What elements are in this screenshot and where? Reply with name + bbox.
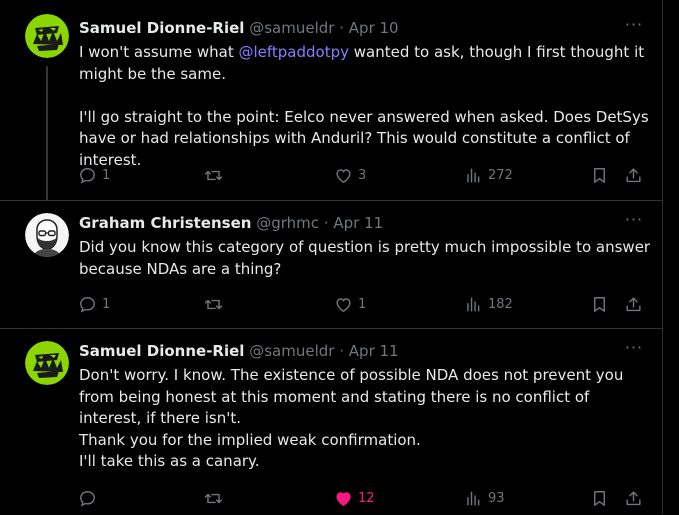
author-name[interactable]: Samuel Dionne-Riel [79,19,244,37]
repost-button[interactable] [204,293,228,315]
reply-icon [80,167,95,184]
tweet-1[interactable]: Samuel Dionne-Riel @samueldr · Apr 10 ··… [0,0,662,200]
author-handle[interactable]: @samueldr [249,342,334,360]
bookmark-icon [594,490,605,506]
bookmark-button[interactable] [590,293,609,315]
more-icon[interactable]: ··· [622,211,646,233]
text-line: Thank you for the implied weak confirmat… [79,430,421,449]
like-count: 12 [358,490,375,506]
like-count: 1 [358,296,367,312]
bookmark-icon [594,167,605,183]
separator: · [339,342,344,360]
timestamp[interactable]: Apr 11 [349,342,399,360]
monster-avatar-icon [25,14,69,58]
repost-button[interactable] [204,487,228,509]
bookmark-button[interactable] [590,487,609,509]
monster-avatar-icon [25,341,69,385]
reply-count: 1 [102,296,111,312]
reply-button[interactable]: 1 [78,293,110,315]
like-icon [336,491,351,506]
share-icon [626,490,641,505]
share-icon [626,296,641,311]
views-icon [467,296,480,312]
like-button[interactable]: 12 [334,487,375,509]
avatar[interactable] [25,341,69,385]
separator: · [323,214,329,232]
tweet-header: Samuel Dionne-Riel @samueldr · Apr 10 ··… [79,16,646,38]
tweet-2[interactable]: Graham Christensen @grhmc · Apr 11 ··· D… [0,200,662,329]
views-icon [467,490,480,506]
repost-button[interactable] [204,164,228,186]
like-icon [336,297,351,312]
like-button[interactable]: 3 [334,164,366,186]
reply-icon [80,296,95,313]
share-icon [626,167,641,182]
author-handle[interactable]: @samueldr [249,19,334,37]
more-icon[interactable]: ··· [622,339,646,361]
bookmark-button[interactable] [590,164,609,186]
like-button[interactable]: 1 [334,293,366,315]
action-bar: 1 3 272 [78,164,646,186]
reply-button[interactable] [78,487,102,509]
author-handle[interactable]: @grhmc [256,214,319,232]
repost-icon [204,299,223,309]
repost-icon [204,170,223,180]
share-button[interactable] [624,164,643,186]
reply-icon [80,490,95,507]
tweet-text: Did you know this category of question i… [79,237,653,280]
like-icon [336,168,351,183]
like-count: 3 [358,167,367,183]
separator: · [339,19,344,37]
views-icon [467,167,480,183]
avatar[interactable] [25,213,69,257]
tweet-text: I won't assume what @leftpaddotpy wanted… [79,42,653,171]
reply-button[interactable]: 1 [78,164,110,186]
text-segment: I won't assume what [79,43,239,61]
view-count: 272 [488,167,513,183]
text-paragraph: Did you know this category of question i… [79,238,651,278]
views-button[interactable]: 272 [464,164,513,186]
mention-link[interactable]: @leftpaddotpy [238,43,349,61]
bookmark-icon [594,296,605,312]
timeline-border [662,0,663,514]
text-paragraph: I'll go straight to the point: Eelco nev… [79,107,649,169]
tweet-header: Graham Christensen @grhmc · Apr 11 ··· [79,211,646,233]
tweet-header: Samuel Dionne-Riel @samueldr · Apr 11 ··… [79,339,646,361]
repost-icon [204,493,223,503]
share-button[interactable] [624,487,643,509]
timestamp[interactable]: Apr 10 [349,19,399,37]
share-button[interactable] [624,293,643,315]
tweet-text: Don't worry. I know. The existence of po… [79,365,653,473]
views-button[interactable]: 93 [464,487,505,509]
view-count: 182 [488,296,513,312]
action-bar: 12 93 [78,487,646,509]
reply-count: 1 [102,167,111,183]
action-bar: 1 1 182 [78,293,646,315]
avatar[interactable] [25,14,69,58]
text-line: Don't worry. I know. The existence of po… [79,366,624,427]
thread-connector [46,66,48,200]
author-name[interactable]: Graham Christensen [79,214,251,232]
timestamp[interactable]: Apr 11 [333,214,383,232]
portrait-avatar-icon [25,213,69,257]
views-button[interactable]: 182 [464,293,513,315]
more-icon[interactable]: ··· [622,16,646,38]
author-name[interactable]: Samuel Dionne-Riel [79,342,244,360]
text-line: I'll take this as a canary. [79,452,260,470]
tweet-3[interactable]: Samuel Dionne-Riel @samueldr · Apr 11 ··… [0,328,662,515]
view-count: 93 [488,490,505,506]
